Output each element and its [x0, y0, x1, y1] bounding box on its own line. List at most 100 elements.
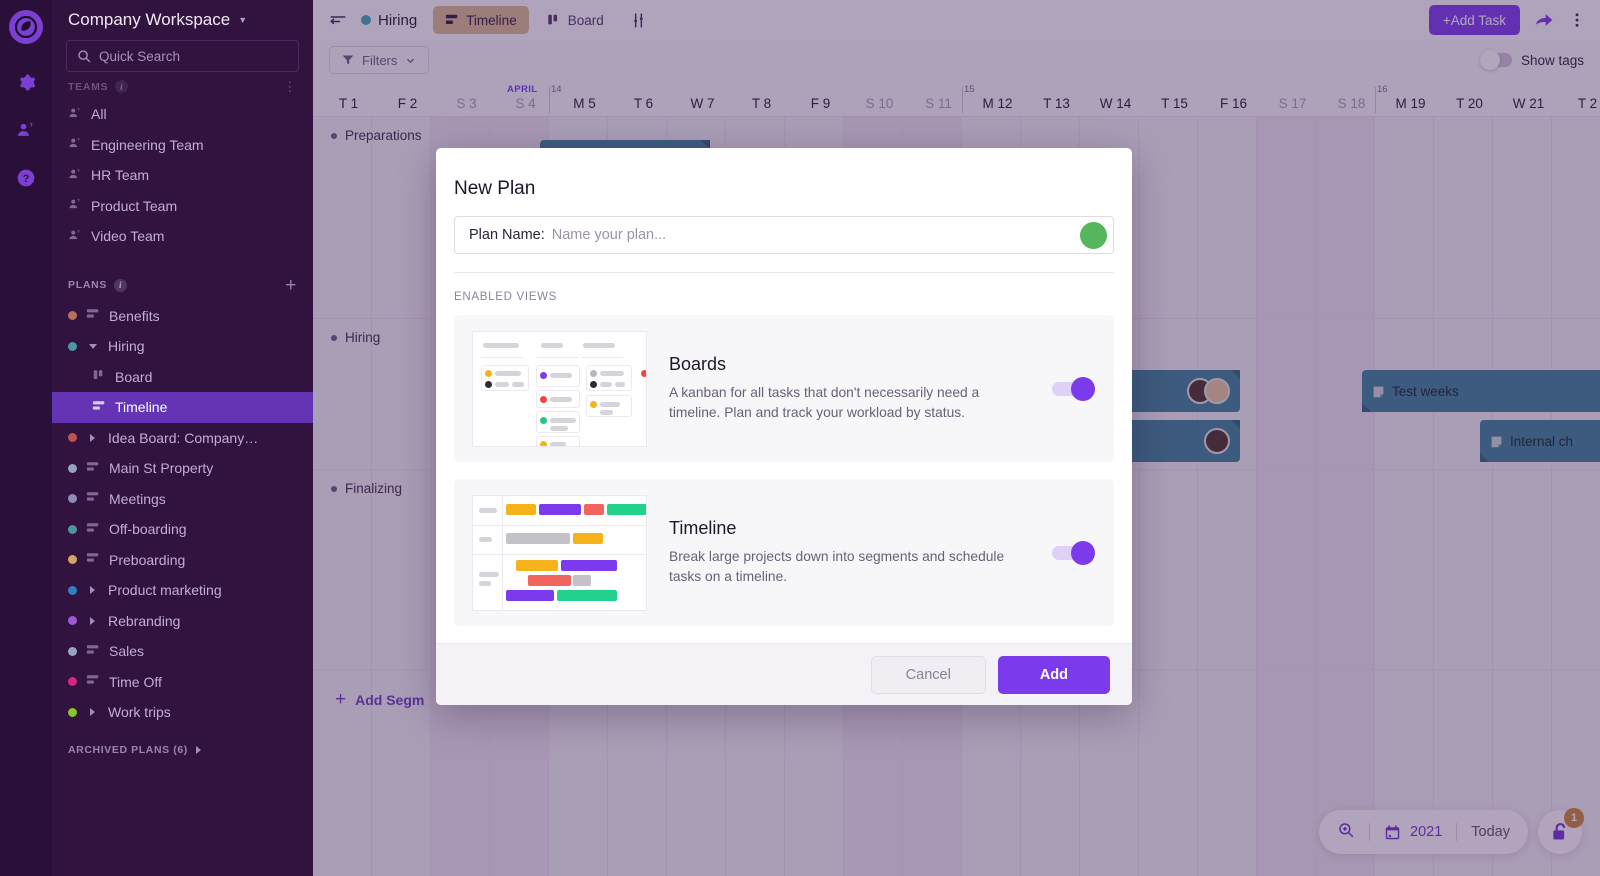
- sidebar-team-all[interactable]: All: [52, 99, 313, 130]
- sidebar-team-engineering-team[interactable]: Engineering Team: [52, 130, 313, 161]
- boards-description: A kanban for all tasks that don't necess…: [669, 385, 980, 420]
- boards-toggle-knob: [1071, 376, 1095, 401]
- app-root: ? Company Workspace ▼ Quick Search TEAMS…: [0, 0, 1600, 876]
- plans-list: Benefits Hiring Board Timeline Idea Board: C…: [52, 301, 313, 728]
- people-icon: [68, 167, 82, 184]
- sidebar-plan-board[interactable]: Board: [52, 362, 313, 393]
- chevron-down-icon[interactable]: [86, 343, 99, 349]
- plan-color-dot: [68, 677, 77, 687]
- archived-plans-toggle[interactable]: ARCHIVED PLANS (6): [52, 728, 313, 762]
- sidebar-plan-label: Product marketing: [108, 582, 222, 599]
- sidebar-plan-label: Preboarding: [109, 551, 186, 568]
- sidebar-plan-label: Sales: [109, 643, 145, 660]
- plan-color-dot: [68, 311, 77, 321]
- sidebar-team-product-team[interactable]: Product Team: [52, 191, 313, 222]
- teams-section-header: TEAMS i ⋮: [52, 70, 313, 99]
- plan-color-dot: [68, 494, 77, 504]
- add-button[interactable]: Add: [997, 655, 1110, 694]
- plan-color-dot: [68, 585, 77, 595]
- sidebar-plan-timeline[interactable]: Timeline: [52, 392, 313, 423]
- sidebar-plan-label: Hiring: [108, 338, 145, 355]
- timeline-icon: [86, 643, 100, 660]
- icon-rail: ?: [0, 0, 52, 876]
- info-icon[interactable]: i: [115, 80, 129, 93]
- plan-name-field[interactable]: Plan Name: Name your plan...: [454, 216, 1114, 254]
- sidebar-plan-label: Work trips: [108, 704, 171, 721]
- sidebar-plan-main-st-property[interactable]: Main St Property: [52, 453, 313, 484]
- sidebar-plan-label: Meetings: [109, 490, 166, 507]
- view-option-timeline[interactable]: Timeline Break large projects down into …: [454, 479, 1114, 626]
- plan-color-dot: [68, 524, 77, 534]
- plan-color-swatch[interactable]: [1080, 221, 1107, 249]
- app-logo[interactable]: [9, 10, 43, 44]
- chevron-right-icon[interactable]: [86, 433, 99, 442]
- sidebar-plan-meetings[interactable]: Meetings: [52, 484, 313, 515]
- sidebar-plan-work-trips[interactable]: Work trips: [52, 697, 313, 728]
- timeline-title: Timeline: [669, 518, 737, 539]
- workspace-title: Company Workspace: [68, 10, 231, 29]
- info-icon[interactable]: i: [114, 278, 128, 292]
- sidebar-team-hr-team[interactable]: HR Team: [52, 160, 313, 191]
- help-icon[interactable]: ?: [10, 162, 42, 194]
- chevron-right-icon[interactable]: [86, 708, 99, 717]
- divider: [454, 272, 1114, 273]
- plan-color-dot: [68, 707, 77, 717]
- workspace-switcher[interactable]: Company Workspace ▼: [52, 0, 313, 38]
- search-input[interactable]: Quick Search: [66, 40, 299, 72]
- search-placeholder: Quick Search: [99, 48, 181, 64]
- people-icon: [68, 136, 82, 153]
- chevron-right-icon[interactable]: [86, 586, 99, 595]
- gear-icon[interactable]: [10, 66, 42, 98]
- timeline-toggle[interactable]: [1052, 540, 1095, 565]
- sidebar-plan-rebranding[interactable]: Rebranding: [52, 606, 313, 637]
- timeline-icon: [86, 673, 100, 690]
- sidebar-plan-label: Main St Property: [109, 460, 214, 477]
- plan-color-dot: [68, 646, 77, 656]
- plan-color-dot: [68, 433, 77, 443]
- sidebar-plan-preboarding[interactable]: Preboarding: [52, 545, 313, 576]
- plans-section-label: PLANS: [68, 279, 108, 291]
- timeline-icon: [86, 307, 100, 324]
- chevron-right-icon[interactable]: [86, 616, 99, 625]
- timeline-icon: [86, 460, 100, 477]
- teams-more-icon[interactable]: ⋮: [283, 80, 297, 93]
- sidebar-plan-hiring[interactable]: Hiring: [52, 331, 313, 362]
- sidebar-team-video-team[interactable]: Video Team: [52, 221, 313, 252]
- archived-plans-label: ARCHIVED PLANS (6): [68, 743, 188, 756]
- timeline-toggle-knob: [1071, 540, 1095, 565]
- sidebar: Company Workspace ▼ Quick Search TEAMS i…: [52, 0, 313, 876]
- enabled-views-label: ENABLED VIEWS: [454, 291, 558, 303]
- timeline-icon: [86, 490, 100, 507]
- teams-list: All Engineering Team HR Team Product Team Vi…: [52, 99, 313, 252]
- timeline-icon: [92, 399, 106, 416]
- boards-toggle[interactable]: [1052, 376, 1095, 401]
- plan-color-dot: [68, 463, 77, 473]
- timeline-icon: [86, 551, 100, 568]
- cancel-button[interactable]: Cancel: [870, 655, 986, 694]
- sidebar-plan-label: Timeline: [115, 399, 168, 416]
- sidebar-plan-benefits[interactable]: Benefits: [52, 301, 313, 332]
- sidebar-plan-sales[interactable]: Sales: [52, 636, 313, 667]
- people-icon[interactable]: [10, 114, 42, 146]
- chevron-right-icon: [195, 745, 201, 754]
- people-icon: [68, 228, 82, 245]
- timeline-description: Break large projects down into segments …: [669, 549, 1005, 584]
- sidebar-team-label: All: [91, 106, 107, 123]
- teams-section-label: TEAMS: [68, 80, 109, 93]
- view-option-boards[interactable]: Boards A kanban for all tasks that don't…: [454, 315, 1114, 462]
- sidebar-plan-label: Time Off: [109, 673, 162, 690]
- sidebar-plan-time-off[interactable]: Time Off: [52, 667, 313, 698]
- add-plan-button[interactable]: +: [285, 276, 297, 295]
- dialog-body: New Plan Plan Name: Name your plan... EN…: [436, 148, 1132, 643]
- plan-color-dot: [68, 341, 77, 351]
- plan-color-dot: [68, 555, 77, 565]
- plan-name-input[interactable]: Name your plan...: [552, 227, 666, 243]
- people-icon: [68, 197, 82, 214]
- timeline-icon: [86, 521, 100, 538]
- sidebar-plan-off-boarding[interactable]: Off-boarding: [52, 514, 313, 545]
- dialog-title: New Plan: [454, 178, 536, 199]
- sidebar-plan-label: Idea Board: Company…: [108, 429, 259, 446]
- sidebar-team-label: Product Team: [91, 197, 178, 214]
- sidebar-plan-product-marketing[interactable]: Product marketing: [52, 575, 313, 606]
- sidebar-plan-idea-board-company[interactable]: Idea Board: Company…: [52, 423, 313, 454]
